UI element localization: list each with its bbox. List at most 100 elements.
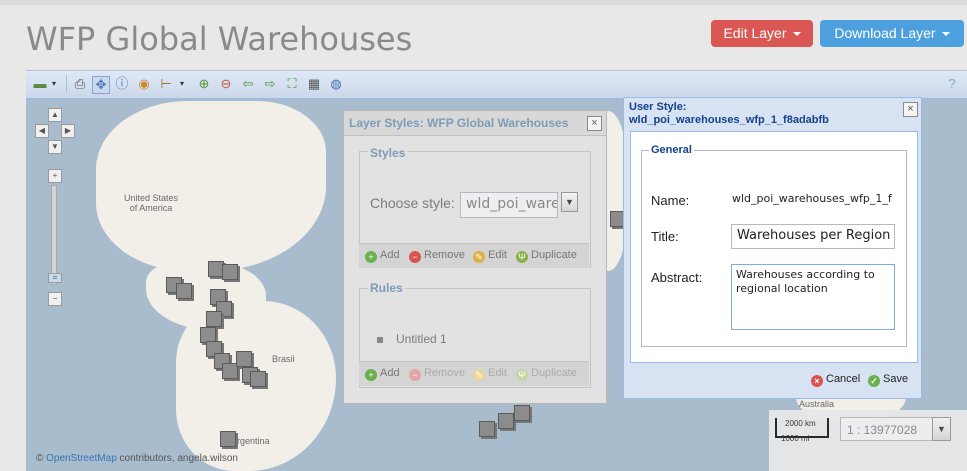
zoom-slider[interactable] xyxy=(51,185,57,285)
warehouse-marker[interactable] xyxy=(479,421,495,437)
add-icon: + xyxy=(365,251,377,263)
scale-mi: 1000 mi xyxy=(781,434,810,443)
duplicate-style-button[interactable]: Ψ Duplicate xyxy=(516,249,577,263)
close-icon[interactable]: × xyxy=(903,102,918,117)
user-style-body: General Name: wld_poi_warehouses_wfp_1_f… xyxy=(630,131,918,363)
map-attribution: © OpenStreetMap contributors, angela.wil… xyxy=(36,453,238,464)
info-icon[interactable]: ⓘ xyxy=(114,76,130,92)
scale-km: 2000 km xyxy=(785,419,816,428)
name-value: wld_poi_warehouses_wfp_1_f xyxy=(732,192,892,205)
choose-style-label: Choose style: xyxy=(370,195,455,211)
help-icon[interactable]: ? xyxy=(944,76,960,92)
styles-actions-bar: + Add − Remove ✎ Edit Ψ Duplicate xyxy=(359,243,589,268)
edit-layer-button[interactable]: Edit Layer xyxy=(711,20,813,47)
add-rule-button[interactable]: + Add xyxy=(365,367,400,381)
caret-down-icon xyxy=(941,32,950,37)
zoom-slider-handle[interactable]: = xyxy=(48,273,62,283)
edit-layer-label: Edit Layer xyxy=(723,25,787,41)
pan-left-icon[interactable]: ◀ xyxy=(35,124,49,138)
cancel-label: Cancel xyxy=(826,373,861,385)
save-label: Save xyxy=(883,373,909,385)
chevron-down-icon[interactable]: ▾ xyxy=(46,76,62,92)
scale-panel: 2000 km 1000 mi 1 : 13977028 ▼ xyxy=(769,410,967,471)
globe-icon[interactable]: ◍ xyxy=(328,76,344,92)
openstreetmap-link[interactable]: OpenStreetMap xyxy=(46,453,117,464)
page-title: WFP Global Warehouses xyxy=(26,20,413,58)
add-style-button[interactable]: + Add xyxy=(365,249,400,263)
rule-symbol-icon xyxy=(377,337,383,343)
add-icon: + xyxy=(365,369,377,381)
cancel-icon: × xyxy=(811,375,823,387)
remove-icon: − xyxy=(409,251,421,263)
pan-down-icon[interactable]: ▼ xyxy=(48,140,62,154)
attribution-suffix: contributors, angela.wilson xyxy=(116,453,238,464)
layer-styles-title: Layer Styles: WFP Global Warehouses xyxy=(344,111,606,136)
abstract-field[interactable]: Warehouses according to regional locatio… xyxy=(731,264,895,330)
duplicate-style-label: Duplicate xyxy=(531,249,577,261)
chevron-down-icon[interactable]: ▼ xyxy=(932,417,951,441)
remove-icon: − xyxy=(409,369,421,381)
styles-legend: Styles xyxy=(368,146,408,160)
user-style-title-line2: wld_poi_warehouses_wfp_1_f8adabfb xyxy=(629,114,829,126)
zoom-in-icon[interactable]: ⊕ xyxy=(196,76,212,92)
warehouse-marker[interactable] xyxy=(514,405,530,421)
remove-rule-label: Remove xyxy=(424,367,465,379)
edit-icon: ✎ xyxy=(473,251,485,263)
check-icon: ✓ xyxy=(868,375,880,387)
edit-style-button[interactable]: ✎ Edit xyxy=(473,249,507,263)
add-style-label: Add xyxy=(380,249,400,261)
remove-style-button[interactable]: − Remove xyxy=(409,249,465,263)
remove-rule-button[interactable]: − Remove xyxy=(409,367,465,381)
warehouse-marker[interactable] xyxy=(498,413,514,429)
edit-style-label: Edit xyxy=(488,249,507,261)
choose-style-select[interactable]: wld_poi_warehouses_wfp_1_f8adabfb xyxy=(460,192,558,218)
edit-rule-button[interactable]: ✎ Edit xyxy=(473,367,507,381)
pan-up-icon[interactable]: ▲ xyxy=(48,108,62,122)
zoom-extent-icon[interactable]: ⛶ xyxy=(284,76,300,92)
pan-right-icon[interactable]: ▶ xyxy=(61,124,75,138)
zoom-out-icon[interactable]: ⊖ xyxy=(218,76,234,92)
edit-icon: ✎ xyxy=(473,369,485,381)
duplicate-icon: Ψ xyxy=(516,369,528,381)
name-label: Name: xyxy=(651,193,690,208)
map-label-argentina: Argentina xyxy=(231,436,270,446)
print-icon[interactable]: ⎙ xyxy=(72,76,88,92)
download-layer-label: Download Layer xyxy=(834,25,936,41)
duplicate-icon: Ψ xyxy=(516,251,528,263)
cancel-button[interactable]: × Cancel xyxy=(811,373,860,387)
save-button[interactable]: ✓ Save xyxy=(868,373,908,387)
table-icon[interactable]: ▦ xyxy=(306,76,322,92)
map-label-australia: Australia xyxy=(799,399,835,409)
rules-actions-bar: + Add − Remove ✎ Edit Ψ Duplicate xyxy=(359,361,589,386)
title-field[interactable]: Warehouses per Region xyxy=(731,224,895,249)
duplicate-rule-button[interactable]: Ψ Duplicate xyxy=(516,367,577,381)
scale-select[interactable]: 1 : 13977028 xyxy=(840,417,937,441)
user-style-dialog: User Style: wld_poi_warehouses_wfp_1_f8a… xyxy=(623,97,922,399)
close-icon[interactable]: × xyxy=(587,116,602,131)
warehouse-marker[interactable] xyxy=(222,264,238,280)
general-legend: General xyxy=(649,144,694,156)
forward-arrow-icon[interactable]: ⇨ xyxy=(262,76,278,92)
remove-style-label: Remove xyxy=(424,249,465,261)
map-label-usa: United States of America xyxy=(124,193,179,213)
rule-item[interactable]: Untitled 1 xyxy=(396,332,447,346)
abstract-label: Abstract: xyxy=(651,270,703,285)
user-style-title: User Style: wld_poi_warehouses_wfp_1_f8a… xyxy=(629,101,829,127)
measure-icon[interactable]: ⊢ xyxy=(158,76,174,92)
warehouse-marker[interactable] xyxy=(220,431,236,447)
chevron-down-icon[interactable]: ▾ xyxy=(174,76,190,92)
query-icon[interactable]: ◉ xyxy=(136,76,152,92)
zoom-in-button[interactable]: + xyxy=(48,169,62,183)
warehouse-marker[interactable] xyxy=(236,351,252,367)
download-layer-button[interactable]: Download Layer xyxy=(820,20,964,47)
back-arrow-icon[interactable]: ⇦ xyxy=(240,76,256,92)
attribution-prefix: © xyxy=(36,453,44,464)
pan-icon[interactable]: ✥ xyxy=(92,76,110,94)
caret-down-icon xyxy=(792,32,801,37)
chevron-down-icon[interactable]: ▼ xyxy=(561,192,578,212)
warehouse-marker[interactable] xyxy=(176,283,192,299)
warehouse-marker[interactable] xyxy=(250,371,266,387)
top-strip xyxy=(0,0,967,5)
zoom-out-button[interactable]: − xyxy=(48,292,62,306)
warehouse-marker[interactable] xyxy=(206,311,222,327)
